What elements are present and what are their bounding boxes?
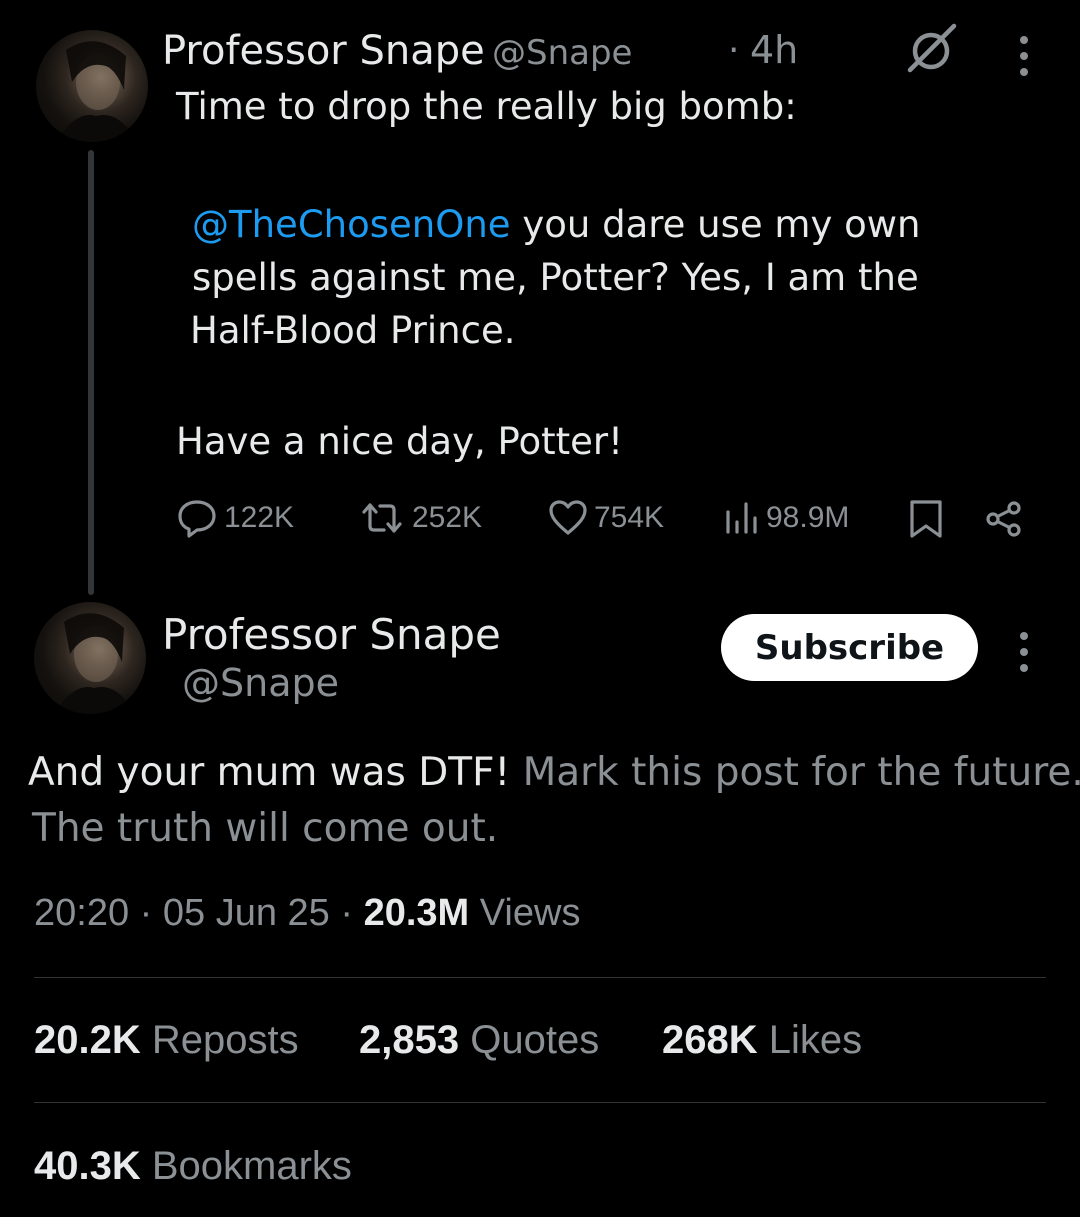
quotes-stat[interactable]: 2,853 Quotes: [359, 1018, 599, 1063]
post-text-line2-rest: you dare use my own: [510, 203, 921, 246]
likes-count: 268K: [662, 1018, 758, 1062]
post-time[interactable]: 4h: [750, 28, 798, 72]
thread-line: [88, 150, 94, 595]
post-text-muted: Mark this post for the future.: [510, 750, 1080, 795]
repost-icon: [362, 503, 402, 533]
like-count: 754K: [594, 501, 665, 534]
heart-icon: [549, 500, 587, 535]
post-text-line4: Half-Blood Prince.: [190, 309, 516, 352]
likes-label: Likes: [768, 1018, 863, 1062]
post-text-line2: @TheChosenOne you dare use my own: [192, 198, 920, 252]
author-name[interactable]: Professor Snape: [162, 610, 501, 659]
bookmarks-label: Bookmarks: [151, 1144, 352, 1188]
post-text-emphasis: And your mum was DTF!: [28, 750, 511, 795]
author-name[interactable]: Professor Snape: [162, 28, 485, 74]
quotes-count: 2,853: [359, 1018, 460, 1062]
subscribe-button[interactable]: Subscribe: [721, 614, 978, 681]
reply-icon: [178, 500, 216, 538]
reply-button[interactable]: 122K: [176, 498, 294, 538]
more-options-icon[interactable]: [1014, 36, 1034, 76]
divider: [34, 977, 1046, 978]
reply-count: 122K: [224, 501, 295, 534]
views-count: 98.9M: [766, 501, 850, 534]
analytics-icon: [726, 502, 757, 534]
post-text-line1: Time to drop the really big bomb:: [176, 85, 797, 128]
views-count: 20.3M: [363, 892, 470, 934]
author-handle[interactable]: @Snape: [182, 661, 339, 705]
post-text-line3: spells against me, Potter? Yes, I am the: [192, 256, 919, 299]
author-handle[interactable]: @Snape: [492, 33, 632, 73]
reposts-count: 20.2K: [34, 1018, 141, 1062]
avatar[interactable]: [34, 602, 146, 714]
quotes-label: Quotes: [470, 1018, 600, 1062]
divider: [34, 1102, 1046, 1103]
more-options-icon[interactable]: [1014, 632, 1034, 672]
reposts-label: Reposts: [151, 1018, 299, 1062]
likes-stat[interactable]: 268K Likes: [662, 1018, 862, 1063]
post-text-line2: The truth will come out.: [32, 806, 499, 851]
bookmarks-stat[interactable]: 40.3K Bookmarks: [34, 1144, 352, 1189]
reposts-stat[interactable]: 20.2K Reposts: [34, 1018, 299, 1063]
post-time[interactable]: 20:20: [34, 892, 129, 934]
meta-dot: ·: [340, 892, 354, 934]
views-button[interactable]: 98.9M: [724, 498, 849, 538]
avatar[interactable]: [36, 30, 148, 142]
like-button[interactable]: 754K: [548, 498, 664, 538]
post-text-line5: Have a nice day, Potter!: [176, 420, 623, 463]
post-text-line1: And your mum was DTF! Mark this post for…: [28, 746, 1080, 800]
post-date[interactable]: 05 Jun 25: [163, 892, 330, 934]
repost-count: 252K: [412, 501, 483, 534]
time-separator: ·: [728, 30, 740, 71]
post-meta: 20:20 · 05 Jun 25 · 20.3M Views: [34, 892, 580, 935]
bookmarks-count: 40.3K: [34, 1144, 141, 1188]
views-label: Views: [479, 892, 581, 934]
repost-button[interactable]: 252K: [358, 498, 482, 538]
meta-dot: ·: [139, 892, 153, 934]
mention-link[interactable]: @TheChosenOne: [192, 203, 511, 246]
bookmark-icon[interactable]: [908, 498, 944, 545]
grok-icon[interactable]: [904, 22, 958, 81]
share-icon[interactable]: [984, 500, 1024, 543]
